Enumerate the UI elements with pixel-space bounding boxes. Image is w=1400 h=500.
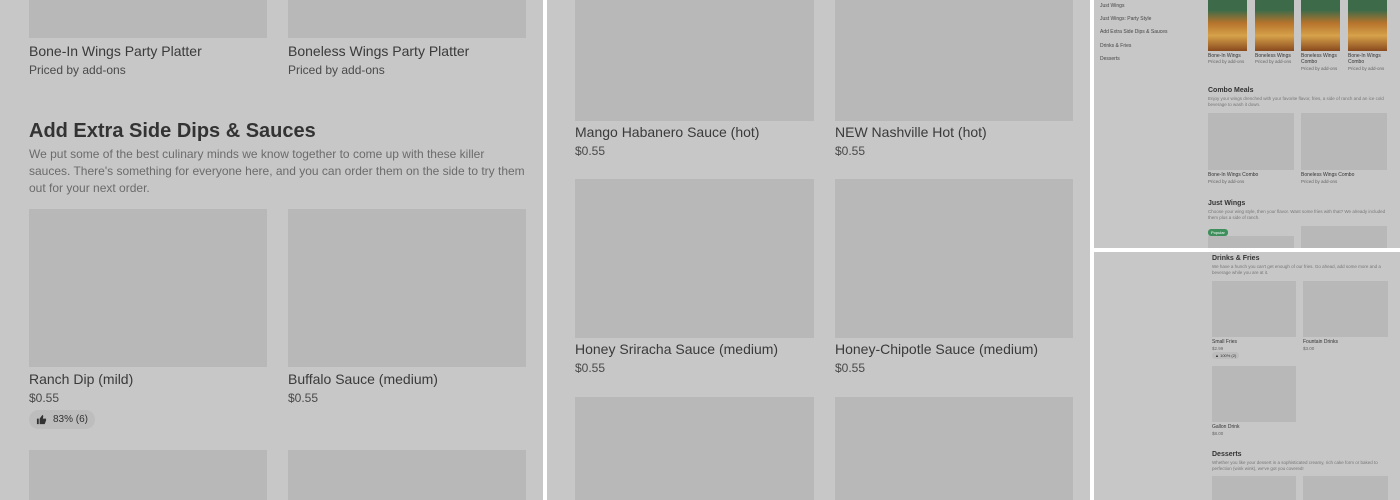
item-price: $0.55 bbox=[835, 144, 866, 158]
thumbs-up-icon bbox=[36, 414, 47, 425]
item-image[interactable] bbox=[1348, 0, 1387, 51]
item-image[interactable] bbox=[835, 179, 1073, 338]
item-price: $0.55 bbox=[29, 391, 60, 405]
nav-link[interactable]: Just Wings bbox=[1100, 3, 1124, 9]
item-image[interactable] bbox=[1301, 113, 1387, 170]
menu-panel-overview: Just Wings Just Wings: Party Style Add E… bbox=[1094, 0, 1400, 248]
item-title[interactable]: Gallon Drink bbox=[1212, 424, 1240, 430]
nav-link[interactable]: Add Extra Side Dips & Sauces bbox=[1100, 29, 1168, 35]
menu-panel-dips-top: Bone-In Wings Party Platter Priced by ad… bbox=[0, 0, 543, 500]
section-title: Drinks & Fries bbox=[1212, 255, 1260, 262]
nav-link[interactable]: Just Wings: Party Style bbox=[1100, 16, 1151, 22]
item-image[interactable] bbox=[1301, 0, 1340, 51]
item-image[interactable] bbox=[1303, 281, 1388, 337]
item-price: $0.55 bbox=[288, 391, 319, 405]
item-image[interactable] bbox=[29, 209, 267, 367]
item-image[interactable] bbox=[29, 0, 267, 38]
item-price: Priced by add-ons bbox=[1301, 179, 1338, 184]
item-title[interactable]: Bone-In Wings Combo bbox=[1208, 172, 1258, 178]
section-title: Combo Meals bbox=[1208, 87, 1254, 94]
item-title[interactable]: Ranch Dip (mild) bbox=[29, 371, 133, 387]
item-title[interactable]: Bone-In Wings Combo bbox=[1348, 53, 1388, 65]
item-price: Priced by add-ons bbox=[288, 63, 385, 77]
thumbs-up-icon: ▲ bbox=[1215, 353, 1219, 358]
item-title[interactable]: Mango Habanero Sauce (hot) bbox=[575, 124, 759, 140]
menu-panel-dips-continued: Mango Habanero Sauce (hot) $0.55 NEW Nas… bbox=[547, 0, 1090, 500]
item-price: Priced by add-ons bbox=[1348, 66, 1385, 71]
item-image[interactable] bbox=[29, 450, 267, 500]
item-image[interactable] bbox=[835, 0, 1073, 121]
item-image[interactable] bbox=[1212, 476, 1296, 500]
item-price: Priced by add-ons bbox=[1301, 66, 1338, 71]
item-title[interactable]: Boneless Wings Party Platter bbox=[288, 43, 469, 59]
item-image[interactable] bbox=[1208, 0, 1247, 51]
section-title: Add Extra Side Dips & Sauces bbox=[29, 120, 316, 142]
item-image[interactable] bbox=[835, 397, 1073, 500]
item-price: $2.99 bbox=[1212, 346, 1224, 351]
item-price: $0.55 bbox=[835, 361, 866, 375]
section-description: We have a hunch you can't get enough of … bbox=[1212, 264, 1381, 275]
item-image[interactable] bbox=[1212, 366, 1296, 422]
nav-link[interactable]: Drinks & Fries bbox=[1100, 43, 1131, 49]
item-title[interactable]: Honey-Chipotle Sauce (medium) bbox=[835, 341, 1038, 357]
item-title[interactable]: Small Fries bbox=[1212, 339, 1237, 345]
item-image[interactable] bbox=[1212, 281, 1296, 337]
item-image[interactable] bbox=[1208, 113, 1294, 170]
section-description: We put some of the best culinary minds w… bbox=[29, 147, 525, 195]
item-price: $8.00 bbox=[1212, 431, 1224, 436]
rating-badge: 83% (6) bbox=[29, 410, 96, 429]
item-image[interactable] bbox=[575, 179, 814, 338]
nav-link[interactable]: Desserts bbox=[1100, 56, 1120, 62]
section-title: Just Wings bbox=[1208, 200, 1246, 207]
item-image[interactable] bbox=[288, 450, 526, 500]
item-image[interactable] bbox=[288, 209, 526, 367]
item-title[interactable]: Honey Sriracha Sauce (medium) bbox=[575, 341, 778, 357]
item-title[interactable]: Buffalo Sauce (medium) bbox=[288, 371, 438, 387]
item-image[interactable] bbox=[288, 0, 526, 38]
rating-badge: ▲ 100% (2) bbox=[1212, 352, 1240, 359]
item-image[interactable] bbox=[1208, 236, 1294, 248]
rating-text: 100% (2) bbox=[1220, 353, 1237, 358]
item-price: $3.00 bbox=[1303, 346, 1315, 351]
section-description: Enjoy your wings drenched with your favo… bbox=[1208, 96, 1384, 107]
item-image[interactable] bbox=[1303, 476, 1388, 500]
section-description: Choose your wing style, then your flavor… bbox=[1208, 209, 1386, 220]
item-title[interactable]: Bone-In Wings Party Platter bbox=[29, 43, 202, 59]
item-image[interactable] bbox=[575, 0, 814, 121]
menu-panel-drinks: Drinks & Fries We have a hunch you can't… bbox=[1094, 252, 1400, 500]
item-title[interactable]: Boneless Wings Combo bbox=[1301, 172, 1354, 178]
section-title: Desserts bbox=[1212, 451, 1242, 458]
item-price: $0.55 bbox=[575, 144, 606, 158]
item-image[interactable] bbox=[1255, 0, 1294, 51]
item-price: Priced by add-ons bbox=[1208, 179, 1245, 184]
rating-text: 83% (6) bbox=[53, 414, 89, 425]
item-title[interactable]: NEW Nashville Hot (hot) bbox=[835, 124, 987, 140]
item-price: Priced by add-ons bbox=[1255, 59, 1292, 64]
section-description: Whether you like your dessert in a sophi… bbox=[1212, 460, 1378, 471]
item-price: Priced by add-ons bbox=[29, 63, 126, 77]
item-title[interactable]: Fountain Drinks bbox=[1303, 339, 1338, 345]
item-price: $0.55 bbox=[575, 361, 606, 375]
item-price: Priced by add-ons bbox=[1208, 59, 1245, 64]
item-image[interactable] bbox=[575, 397, 814, 500]
item-title[interactable]: Boneless Wings Combo bbox=[1301, 53, 1341, 65]
item-image[interactable] bbox=[1301, 226, 1387, 248]
popular-tag: Popular bbox=[1208, 229, 1228, 236]
